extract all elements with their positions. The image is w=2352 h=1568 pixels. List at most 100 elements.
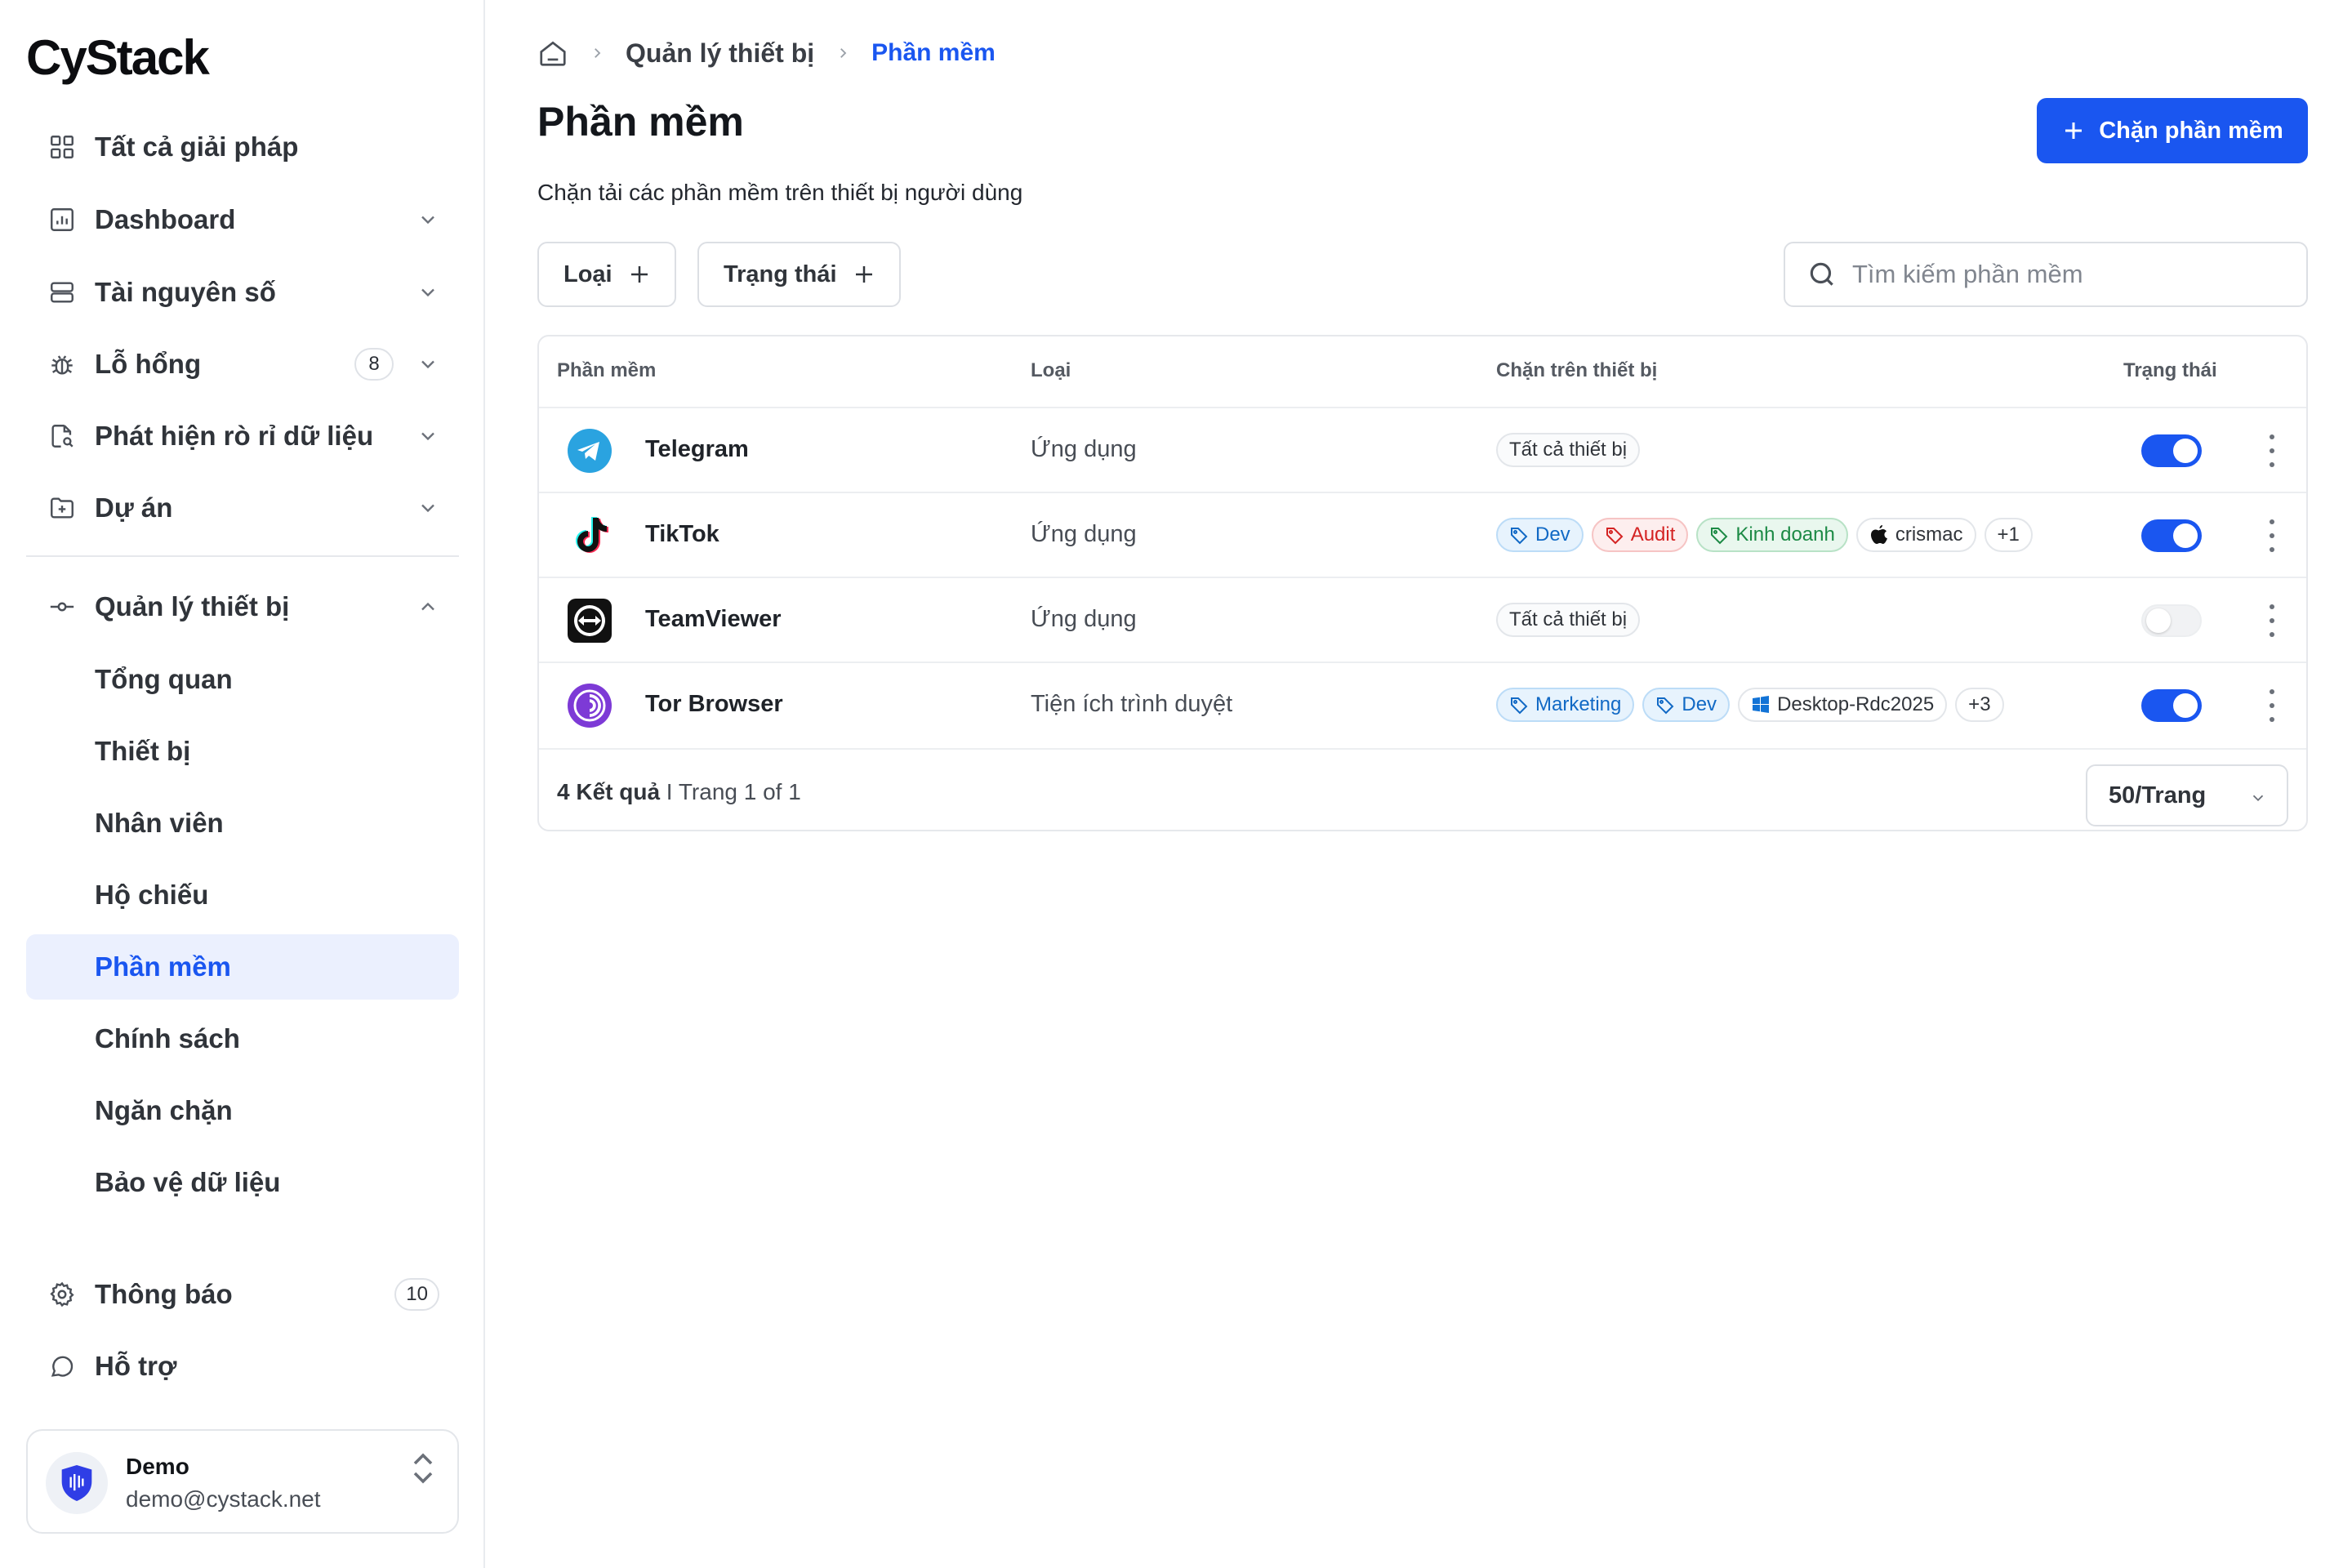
sidebar-item-support[interactable]: Hỗ trợ: [26, 1334, 459, 1399]
chevron-down-icon[interactable]: [416, 281, 439, 304]
page-title: Phần mềm: [537, 99, 744, 145]
chevron-right-icon: [595, 48, 601, 58]
chevron-up-down-icon[interactable]: [410, 1452, 436, 1485]
column-header-type[interactable]: Loại: [1031, 359, 1071, 382]
brand-logo[interactable]: CyStack: [26, 29, 210, 86]
tag-icon: [1511, 697, 1528, 715]
group-tag: Kinh doanh: [1696, 518, 1848, 552]
sidebar-item-label: Quản lý thiết bị: [95, 591, 290, 621]
sidebar-subitem-label: Thiết bị: [95, 736, 191, 766]
sidebar-divider: [26, 555, 459, 557]
chevron-up-icon[interactable]: [416, 595, 439, 618]
gear-icon: [44, 1276, 80, 1312]
plus-icon: [855, 266, 872, 283]
device-tag: Desktop-Rdc2025: [1738, 688, 1948, 722]
kebab-icon[interactable]: [2267, 519, 2277, 552]
dashboard-icon: [44, 202, 80, 238]
device-tag: Tất cả thiết bị: [1496, 603, 1641, 637]
chevron-down-icon[interactable]: [416, 425, 439, 448]
table-footer: 4 Kết quả I Trang 1 of 1 50/Trang: [539, 748, 2306, 831]
sidebar-subitem-label: Hộ chiếu: [95, 880, 209, 910]
column-header-status[interactable]: Trạng thái: [2123, 359, 2217, 382]
chevron-right-icon: [840, 48, 847, 58]
tag-label: Dev: [1535, 523, 1570, 546]
tag-icon: [1711, 528, 1728, 545]
sidebar-subitem-policies[interactable]: Chính sách: [26, 1006, 459, 1071]
kebab-icon[interactable]: [2267, 689, 2277, 722]
table-row[interactable]: TikTok Ứng dụng Dev Audit Kinh doanh cri…: [539, 492, 2306, 577]
column-header-software[interactable]: Phần mềm: [557, 359, 656, 382]
sidebar-item-label: Phát hiện rò rỉ dữ liệu: [95, 421, 374, 451]
sidebar-item-vulnerabilities[interactable]: Lỗ hổng 8: [26, 332, 459, 397]
sidebar-item-projects[interactable]: Dự án: [26, 475, 459, 541]
device-manage-icon: [44, 589, 80, 625]
filter-status-button[interactable]: Trạng thái: [697, 242, 901, 307]
sidebar-item-label: Lỗ hổng: [95, 349, 202, 379]
table-row[interactable]: TeamViewer Ứng dụng Tất cả thiết bị: [539, 577, 2306, 662]
sidebar-item-digital-assets[interactable]: Tài nguyên số: [26, 260, 459, 325]
status-toggle[interactable]: [2141, 689, 2202, 722]
chevron-down-icon[interactable]: [416, 208, 439, 231]
chevron-down-icon[interactable]: [416, 353, 439, 376]
breadcrumb-parent[interactable]: Quản lý thiết bị: [626, 38, 814, 69]
tag-icon: [1657, 697, 1674, 715]
software-name: Telegram: [645, 436, 749, 462]
tor-browser-icon: [568, 684, 612, 728]
sidebar-item-device-management[interactable]: Quản lý thiết bị: [26, 574, 459, 639]
table-row[interactable]: Tor Browser Tiện ích trình duyệt Marketi…: [539, 662, 2306, 746]
page-info: I Trang 1 of 1: [660, 779, 801, 804]
table-row[interactable]: Telegram Ứng dụng Tất cả thiết bị: [539, 407, 2306, 492]
column-header-blocked-on[interactable]: Chặn trên thiết bị: [1496, 359, 1657, 382]
sidebar-subitem-label: Phần mềm: [95, 951, 231, 982]
sidebar-subitem-passports[interactable]: Hộ chiếu: [26, 862, 459, 928]
software-name: TeamViewer: [645, 606, 782, 632]
count-badge: 8: [354, 348, 394, 381]
sidebar-item-notifications[interactable]: Thông báo 10: [26, 1262, 459, 1327]
sidebar-item-label: Dự án: [95, 492, 173, 523]
chevron-down-icon[interactable]: [416, 497, 439, 519]
sidebar-item-all-solutions[interactable]: Tất cả giải pháp: [26, 114, 459, 180]
apple-icon: [1870, 525, 1887, 544]
kebab-icon[interactable]: [2267, 434, 2277, 467]
status-toggle[interactable]: [2141, 604, 2202, 637]
sidebar-subitem-label: Tổng quan: [95, 664, 233, 694]
sidebar-subitem-label: Ngăn chặn: [95, 1095, 233, 1125]
status-toggle[interactable]: [2141, 519, 2202, 552]
tag-label: Marketing: [1535, 693, 1622, 715]
sidebar-subitem-data-protection[interactable]: Bảo vệ dữ liệu: [26, 1150, 459, 1215]
sidebar-subitem-employees[interactable]: Nhân viên: [26, 791, 459, 856]
more-tag[interactable]: +1: [1984, 518, 2033, 552]
user-switcher[interactable]: Demo demo@cystack.net: [26, 1429, 459, 1534]
home-icon[interactable]: [537, 38, 568, 69]
sidebar-subitem-software[interactable]: Phần mềm: [26, 934, 459, 1000]
sidebar: CyStack Tất cả giải pháp Dashboard Tài n…: [0, 0, 485, 1568]
block-software-button[interactable]: Chặn phần mềm: [2037, 98, 2308, 163]
software-type: Ứng dụng: [1031, 521, 1137, 547]
result-count: 4 Kết quả: [557, 779, 661, 804]
sidebar-subitem-overview[interactable]: Tổng quan: [26, 647, 459, 712]
sidebar-item-dashboard[interactable]: Dashboard: [26, 187, 459, 252]
group-tag: Dev: [1496, 518, 1584, 552]
tag-label: crismac: [1895, 523, 1963, 546]
avatar: [46, 1452, 108, 1514]
filter-type-button[interactable]: Loại: [537, 242, 676, 307]
software-name: Tor Browser: [645, 691, 783, 717]
grid-icon: [44, 129, 80, 165]
search-icon: [1810, 262, 1833, 286]
group-tag: Audit: [1591, 518, 1689, 552]
sidebar-item-data-leak[interactable]: Phát hiện rò rỉ dữ liệu: [26, 403, 459, 469]
teamviewer-icon: [568, 599, 612, 643]
chat-icon: [44, 1348, 80, 1384]
search-input[interactable]: [1852, 260, 2293, 289]
sidebar-item-label: Thông báo: [95, 1279, 233, 1309]
status-toggle[interactable]: [2141, 434, 2202, 467]
tag-icon: [1606, 528, 1624, 545]
sidebar-subitem-devices[interactable]: Thiết bị: [26, 719, 459, 784]
sidebar-subitem-blocking[interactable]: Ngăn chặn: [26, 1078, 459, 1143]
more-tag[interactable]: +3: [1955, 688, 2004, 722]
kebab-icon[interactable]: [2267, 604, 2277, 637]
block-software-label: Chặn phần mềm: [2099, 117, 2283, 144]
tag-label: Desktop-Rdc2025: [1777, 693, 1935, 715]
page-size-value: 50/Trang: [2109, 782, 2207, 808]
page-size-select[interactable]: 50/Trang: [2086, 764, 2288, 826]
